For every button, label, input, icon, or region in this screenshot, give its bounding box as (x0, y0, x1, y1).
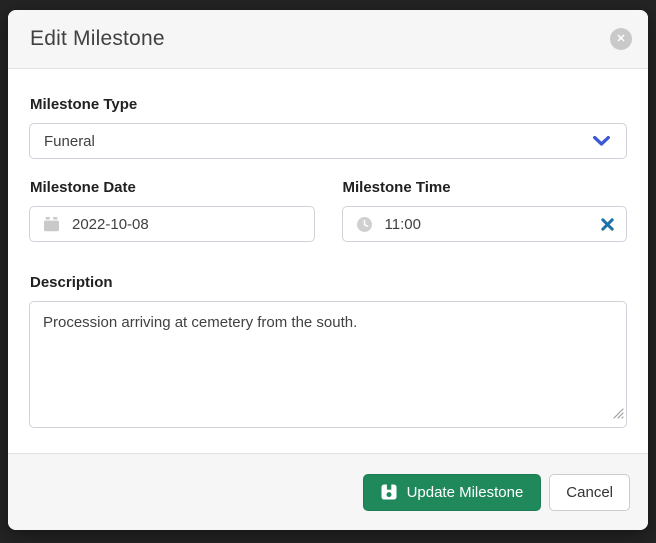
milestone-type-label: Milestone Type (30, 96, 627, 113)
milestone-date-group: Milestone Date 2022-10-08 (29, 179, 315, 242)
modal-header: Edit Milestone ✕ (8, 10, 648, 69)
milestone-date-label: Milestone Date (30, 179, 315, 196)
milestone-date-input[interactable]: 2022-10-08 (29, 206, 315, 242)
update-milestone-label: Update Milestone (407, 484, 524, 501)
clock-icon (357, 217, 372, 232)
clear-time-button[interactable] (601, 218, 614, 231)
save-icon (381, 484, 397, 500)
chevron-down-icon (593, 136, 610, 146)
clear-x-icon (601, 218, 614, 231)
close-button[interactable]: ✕ (610, 28, 632, 50)
calendar-icon (44, 217, 59, 232)
milestone-type-select[interactable]: Funeral (29, 123, 627, 159)
milestone-time-input[interactable]: 11:00 (342, 206, 628, 242)
date-time-row: Milestone Date 2022-10-08 Milestone Time (29, 179, 627, 242)
description-label: Description (30, 274, 627, 291)
milestone-time-group: Milestone Time 11:00 (342, 179, 628, 242)
cancel-label: Cancel (566, 484, 613, 501)
modal-title: Edit Milestone (30, 27, 165, 51)
edit-milestone-modal: Edit Milestone ✕ Milestone Type Funeral … (8, 10, 648, 530)
milestone-time-label: Milestone Time (343, 179, 628, 196)
modal-footer: Update Milestone Cancel (8, 453, 648, 530)
description-group: Description Procession arriving at cemet… (29, 274, 627, 428)
modal-body: Milestone Type Funeral Milestone Date (8, 69, 648, 453)
milestone-type-value: Funeral (44, 133, 95, 150)
close-icon: ✕ (616, 34, 625, 45)
update-milestone-button[interactable]: Update Milestone (363, 474, 542, 511)
cancel-button[interactable]: Cancel (549, 474, 630, 511)
description-textarea[interactable]: Procession arriving at cemetery from the… (29, 301, 627, 428)
milestone-date-value: 2022-10-08 (72, 216, 149, 233)
milestone-time-value: 11:00 (385, 216, 421, 233)
